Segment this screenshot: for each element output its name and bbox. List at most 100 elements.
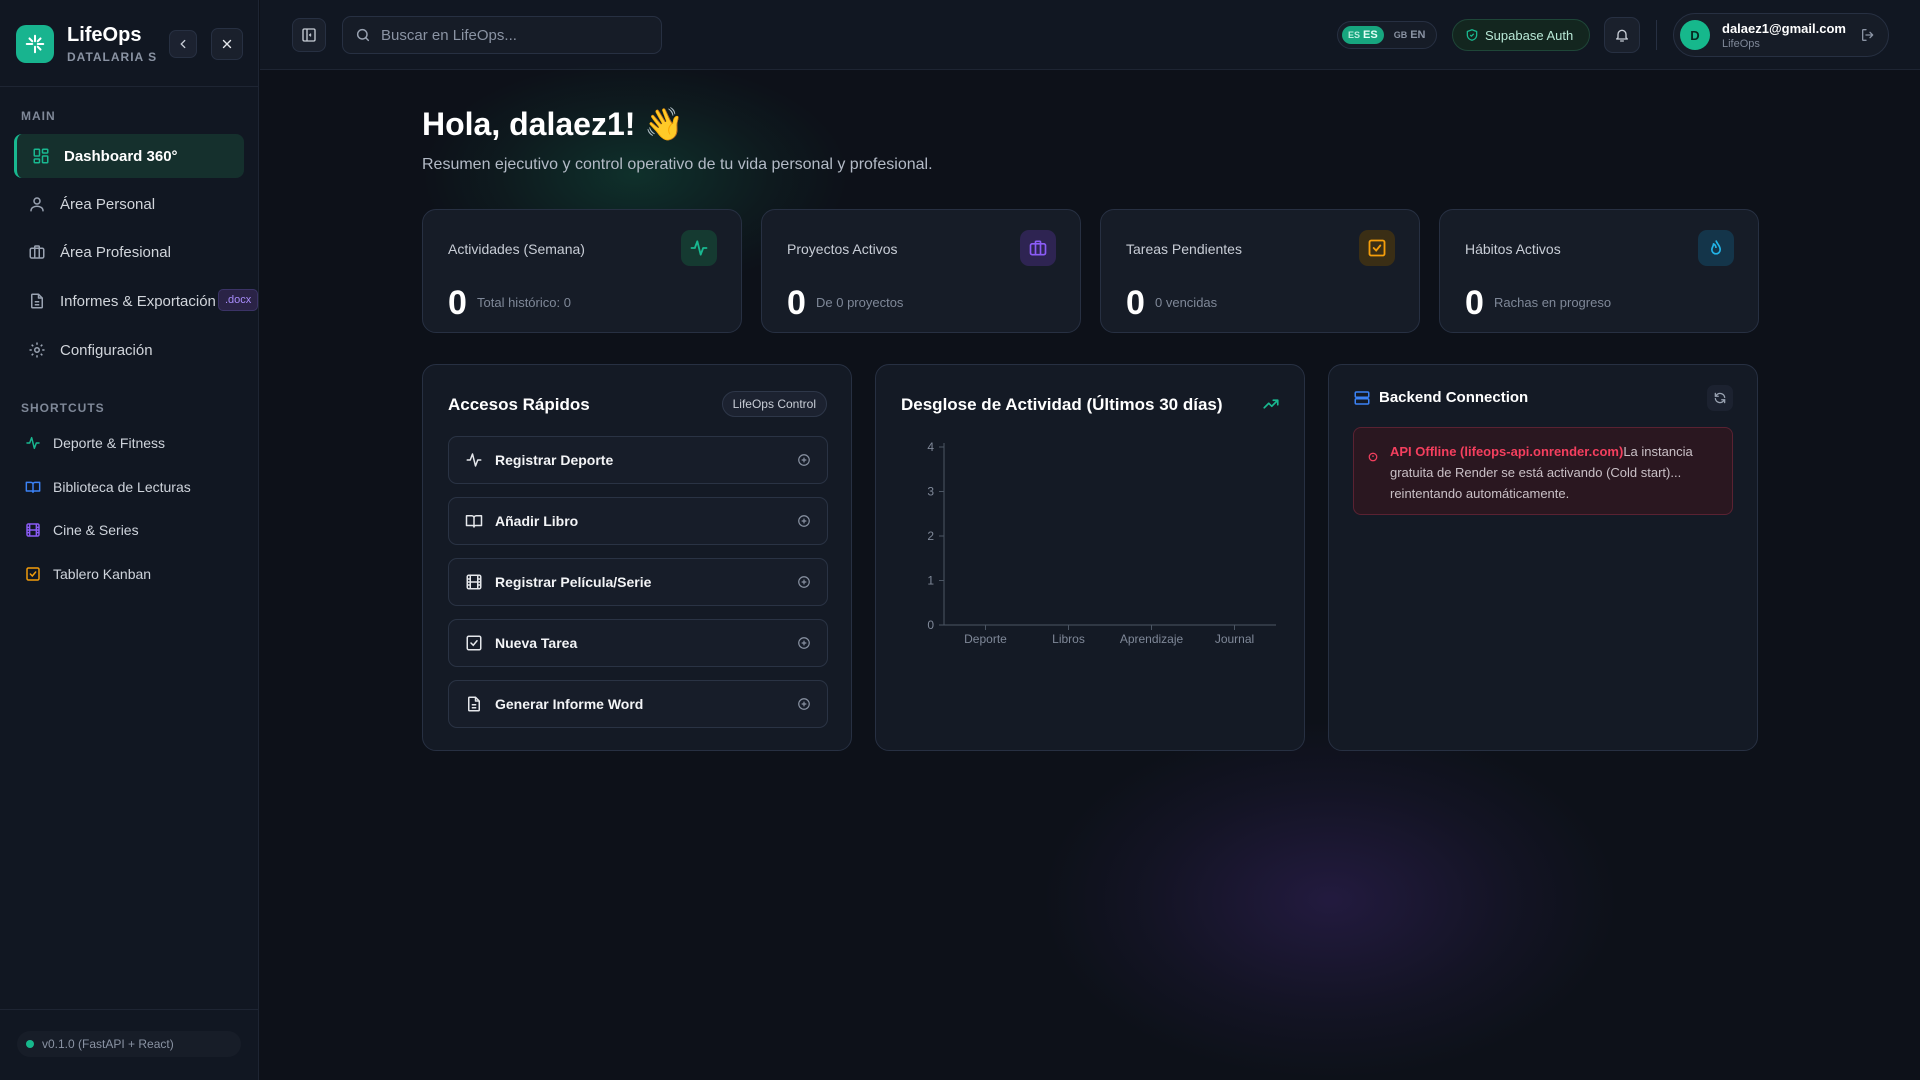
- alert-circle-icon: [1368, 447, 1378, 468]
- grid-icon: [32, 147, 50, 165]
- x-tick-label: Journal: [1215, 632, 1254, 646]
- plus-circle-icon: [797, 575, 811, 592]
- lang-option-es[interactable]: ES ES: [1342, 26, 1384, 44]
- close-sidebar-button[interactable]: [211, 28, 243, 60]
- collapse-sidebar-button[interactable]: [169, 30, 197, 58]
- activity-icon: [25, 435, 41, 451]
- sidebar-item-label: Dashboard 360°: [64, 147, 178, 165]
- page-title: Hola, dalaez1! 👋: [422, 106, 685, 142]
- user-icon: [28, 195, 46, 213]
- api-offline-alert: API Offline (lifeops-api.onrender.com)La…: [1353, 427, 1733, 515]
- backend-connection-panel: Backend Connection API Offline (lifeops-…: [1328, 364, 1758, 751]
- search-box[interactable]: [342, 16, 662, 54]
- lang-en-label: EN: [1410, 29, 1426, 41]
- check-square-icon: [465, 634, 483, 652]
- quick-action-label: Registrar Película/Serie: [495, 574, 652, 590]
- section-title-shortcuts: SHORTCUTS: [21, 401, 105, 415]
- alert-title: API Offline (lifeops-api.onrender.com): [1390, 444, 1624, 459]
- auth-status-badge[interactable]: Supabase Auth: [1452, 19, 1590, 51]
- quick-action-label: Nueva Tarea: [495, 635, 578, 651]
- sidebar-item-professional[interactable]: Área Profesional: [14, 230, 244, 274]
- sidebar-item-label: Área Personal: [60, 195, 156, 213]
- shortcut-library[interactable]: Biblioteca de Lecturas: [25, 479, 191, 495]
- sidebar-item-label: Configuración: [60, 341, 153, 359]
- activity-icon: [681, 230, 717, 266]
- stat-value: 0: [1465, 284, 1484, 322]
- quick-action-label: Añadir Libro: [495, 513, 579, 529]
- user-menu[interactable]: D dalaez1@gmail.com LifeOps: [1673, 13, 1889, 57]
- flag-es: ES: [1348, 30, 1361, 40]
- x-tick-label: Libros: [1052, 632, 1085, 646]
- stat-card-habits: Hábitos Activos 0 Rachas en progreso: [1439, 209, 1759, 333]
- divider: [1656, 20, 1657, 50]
- sidebar-item-label: Área Profesional: [60, 243, 171, 261]
- document-icon: [465, 695, 483, 713]
- stat-label: Actividades (Semana): [448, 241, 585, 257]
- sidebar-item-reports[interactable]: Informes & Exportación: [14, 279, 244, 323]
- toggle-sidebar-button[interactable]: [292, 18, 326, 52]
- panel-title: Desglose de Actividad (Últimos 30 días): [901, 395, 1223, 414]
- version-badge: v0.1.0 (FastAPI + React): [17, 1031, 241, 1057]
- quick-action-register-movie[interactable]: Registrar Película/Serie: [448, 558, 828, 606]
- page-subtitle: Resumen ejecutivo y control operativo de…: [422, 156, 933, 173]
- x-tick-label: Deporte: [964, 632, 1007, 646]
- quick-action-new-task[interactable]: Nueva Tarea: [448, 619, 828, 667]
- stat-value: 0: [1126, 284, 1145, 322]
- y-tick-label: 0: [927, 618, 934, 632]
- refresh-button[interactable]: [1707, 385, 1733, 411]
- panel-title: Backend Connection: [1379, 389, 1529, 406]
- flag-gb: GB: [1393, 30, 1408, 40]
- panel-title: Accesos Rápidos: [448, 395, 590, 414]
- film-icon: [25, 522, 41, 538]
- logout-icon[interactable]: [1860, 27, 1876, 48]
- lang-es-label: ES: [1363, 29, 1378, 41]
- background-glow: [1040, 720, 1620, 1080]
- stat-note: De 0 proyectos: [816, 295, 904, 310]
- search-icon: [356, 28, 370, 42]
- sidebar-item-label: Informes & Exportación: [60, 292, 216, 310]
- shortcut-kanban[interactable]: Tablero Kanban: [25, 566, 151, 582]
- app-logo-icon: [16, 25, 54, 63]
- user-email: dalaez1@gmail.com: [1722, 20, 1846, 36]
- stat-note: Rachas en progreso: [1494, 295, 1612, 310]
- language-switcher[interactable]: ES ES GB EN: [1337, 21, 1437, 49]
- search-input[interactable]: [381, 26, 641, 44]
- document-icon: [28, 292, 46, 310]
- stat-label: Proyectos Activos: [787, 241, 898, 257]
- quick-action-generate-report[interactable]: Generar Informe Word: [448, 680, 828, 728]
- activity-chart: 0 1 2 3 4 Deporte Libros Aprendizaje Journal: [927, 440, 1276, 646]
- auth-label: Supabase Auth: [1485, 27, 1574, 43]
- divider: [0, 86, 259, 87]
- section-title-main: MAIN: [21, 109, 56, 123]
- shortcut-sport[interactable]: Deporte & Fitness: [25, 435, 165, 451]
- stat-card-activities: Actividades (Semana) 0 Total histórico: …: [422, 209, 742, 333]
- lang-option-en[interactable]: GB EN: [1388, 26, 1432, 44]
- shortcut-label: Cine & Series: [53, 522, 139, 538]
- film-icon: [465, 573, 483, 591]
- docx-badge: .docx: [218, 289, 258, 311]
- quick-action-add-book[interactable]: Añadir Libro: [448, 497, 828, 545]
- workspace-name: DATALARIA S1: [67, 50, 157, 64]
- shortcut-label: Deporte & Fitness: [53, 435, 166, 451]
- shortcut-cinema[interactable]: Cine & Series: [25, 522, 139, 538]
- shortcut-label: Tablero Kanban: [53, 566, 152, 582]
- shortcut-label: Biblioteca de Lecturas: [53, 479, 191, 495]
- y-tick-label: 2: [927, 529, 934, 543]
- notifications-button[interactable]: [1604, 17, 1640, 53]
- gear-icon: [28, 341, 46, 359]
- plus-circle-icon: [797, 636, 811, 653]
- lifeops-control-badge: LifeOps Control: [721, 391, 827, 417]
- sidebar-item-dashboard[interactable]: Dashboard 360°: [14, 134, 244, 178]
- chart-axes: [939, 443, 1276, 630]
- check-square-icon: [1359, 230, 1395, 266]
- quick-action-register-sport[interactable]: Registrar Deporte: [448, 436, 828, 484]
- x-tick-label: Aprendizaje: [1120, 632, 1184, 646]
- flame-icon: [1698, 230, 1734, 266]
- briefcase-icon: [28, 243, 46, 261]
- sidebar-item-settings[interactable]: Configuración: [14, 328, 244, 372]
- bell-icon: [1616, 29, 1628, 42]
- brand[interactable]: LifeOps DATALARIA S1: [16, 24, 157, 64]
- sidebar-item-personal[interactable]: Área Personal: [14, 182, 244, 226]
- briefcase-icon: [1020, 230, 1056, 266]
- book-icon: [465, 512, 483, 530]
